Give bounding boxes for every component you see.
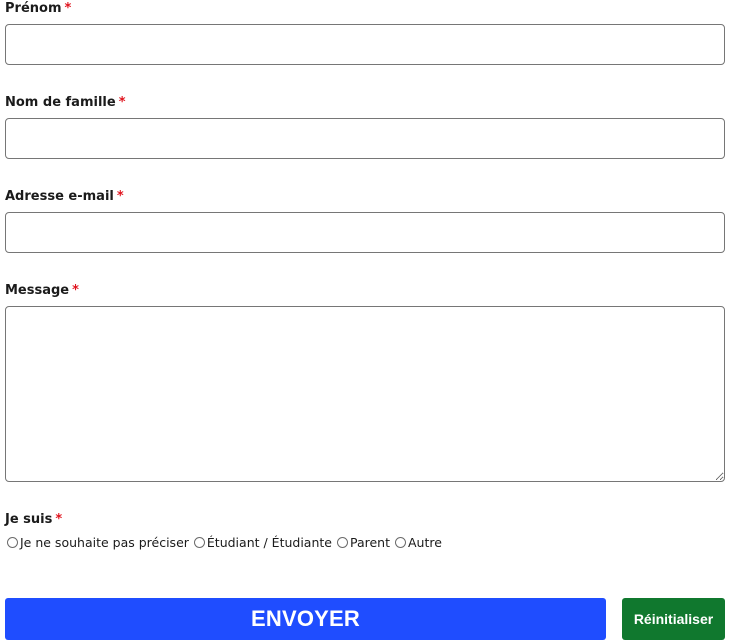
radio-option-other[interactable]: Autre — [395, 535, 442, 550]
required-mark: * — [72, 283, 79, 298]
radio-option-label: Étudiant / Étudiante — [206, 535, 332, 550]
submit-button[interactable]: ENVOYER — [5, 598, 606, 640]
reset-button[interactable]: Réinitialiser — [622, 598, 725, 640]
radio-option-label: Je ne souhaite pas préciser — [20, 535, 189, 550]
last-name-label-text: Nom de famille — [5, 95, 116, 110]
radio-option-no-preference[interactable]: Je ne souhaite pas préciser — [7, 535, 189, 550]
first-name-label: Prénom * — [5, 1, 71, 17]
radio-button[interactable] — [395, 537, 406, 548]
identity-label-text: Je suis — [5, 512, 53, 527]
first-name-input[interactable] — [5, 24, 725, 65]
message-textarea[interactable] — [5, 306, 725, 482]
required-mark: * — [118, 95, 126, 110]
first-name-label-text: Prénom — [5, 1, 62, 16]
message-label-text: Message — [5, 283, 70, 298]
required-mark: * — [64, 1, 72, 16]
radio-button[interactable] — [7, 537, 18, 548]
radio-button[interactable] — [336, 537, 348, 548]
email-input[interactable] — [5, 212, 725, 253]
required-mark: * — [116, 189, 124, 204]
last-name-label: Nom de famille * — [5, 95, 126, 111]
email-label-text: Adresse e-mail — [5, 189, 114, 204]
radio-option-student[interactable]: Étudiant / Étudiante — [193, 535, 332, 550]
identity-label: Je suis * — [5, 512, 62, 528]
radio-button[interactable] — [193, 537, 205, 548]
radio-option-label: Parent — [349, 535, 390, 550]
email-label: Adresse e-mail * — [5, 189, 124, 205]
contact-form: Prénom * Nom de famille * Adresse e-mail * … — [0, 0, 735, 644]
radio-option-label: Autre — [408, 535, 442, 550]
last-name-input[interactable] — [5, 118, 725, 159]
required-mark: * — [55, 512, 63, 527]
identity-radio-group: Je ne souhaite pas préciser Étudiant / É… — [7, 535, 447, 550]
message-label: Message * — [5, 283, 79, 299]
radio-option-parent[interactable]: Parent — [336, 535, 390, 550]
